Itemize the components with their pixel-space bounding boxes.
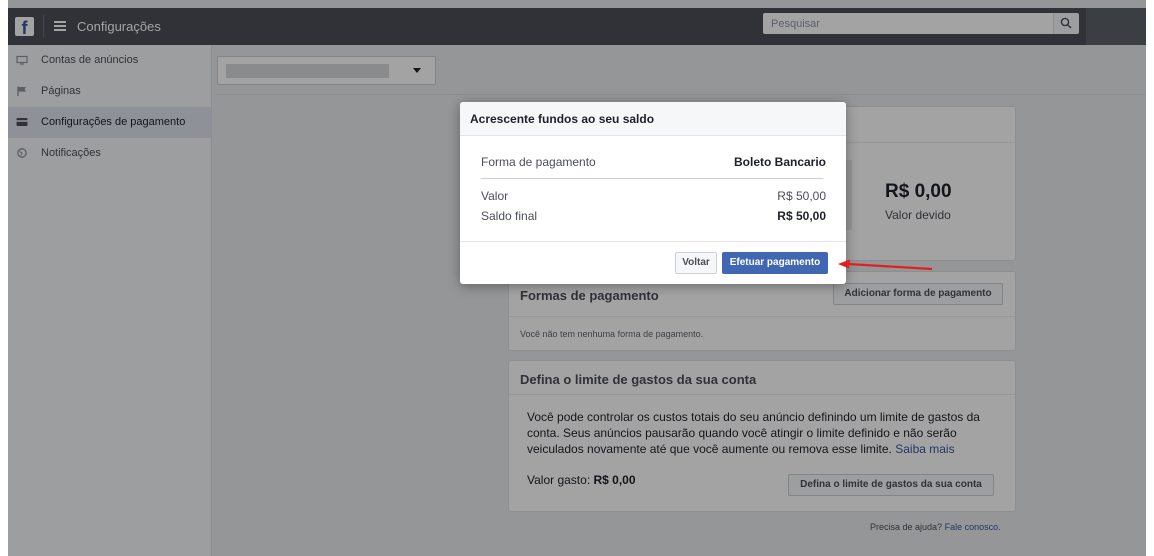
dialog-header: Acrescente fundos ao seu saldo [460,102,846,136]
dialog-row-divider [481,178,823,179]
app-window: f Configurações Contas de anúncios [8,0,1154,556]
page-edge [1146,0,1154,556]
add-funds-dialog: Acrescente fundos ao seu saldo Forma de … [460,102,846,284]
dialog-footer-divider [460,241,846,242]
payment-method-label: Forma de pagamento [481,155,596,169]
make-payment-button[interactable]: Efetuar pagamento [722,252,828,274]
dialog-title: Acrescente fundos ao seu saldo [470,112,655,126]
final-balance-value: R$ 50,00 [777,209,826,223]
amount-label: Valor [481,189,509,203]
amount-value: R$ 50,00 [777,189,826,203]
payment-method-value: Boleto Bancario [733,155,826,169]
final-balance-label: Saldo final [481,209,538,223]
annotation-arrow-icon [838,259,933,271]
back-button[interactable]: Voltar [675,252,717,274]
